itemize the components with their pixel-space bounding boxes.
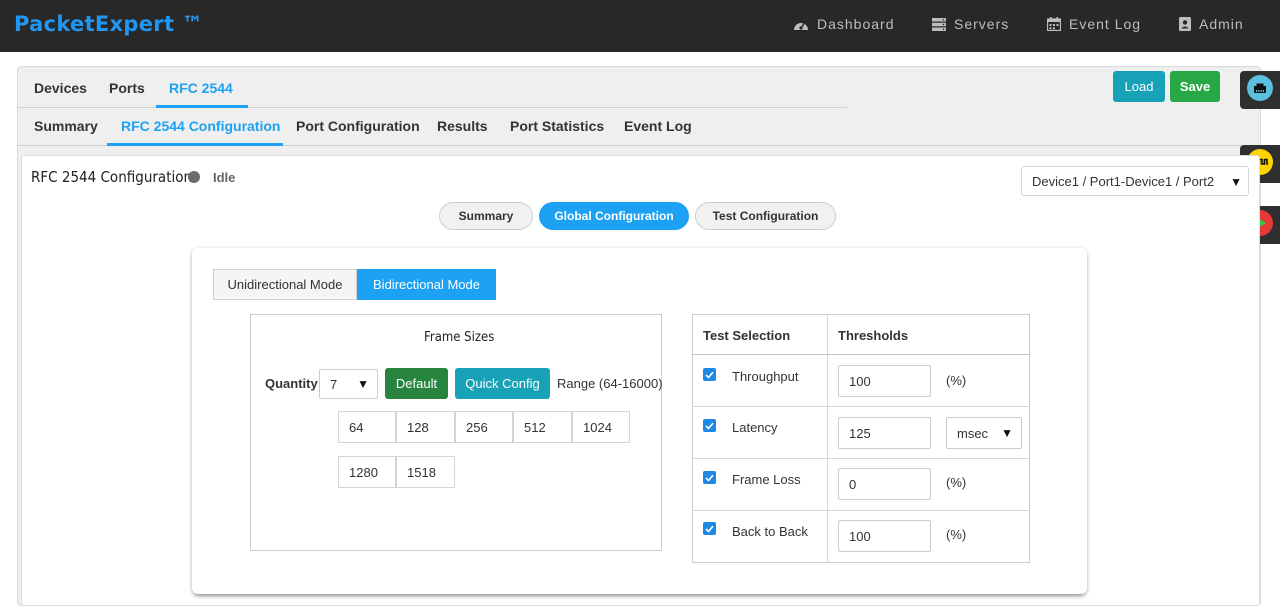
latency-threshold-input[interactable]: 125 bbox=[838, 417, 931, 449]
nav-admin-label: Admin bbox=[1199, 16, 1244, 32]
frame-loss-label: Frame Loss bbox=[732, 472, 801, 487]
active-subtab-indicator bbox=[107, 143, 283, 146]
checkmark-icon bbox=[705, 474, 714, 482]
subtab-port-statistics[interactable]: Port Statistics bbox=[510, 118, 604, 134]
table-divider bbox=[827, 314, 828, 563]
frame-size-input[interactable]: 1024 bbox=[572, 411, 630, 443]
quantity-value: 7 bbox=[330, 376, 338, 392]
pill-summary[interactable]: Summary bbox=[439, 202, 533, 230]
back-to-back-unit: (%) bbox=[946, 527, 967, 542]
nav-dashboard[interactable]: Dashboard bbox=[793, 16, 895, 32]
nav-event-log-label: Event Log bbox=[1069, 16, 1142, 32]
caret-down-icon: ▼ bbox=[1001, 426, 1013, 440]
table-row-divider bbox=[692, 510, 1030, 511]
bidirectional-mode-button[interactable]: Bidirectional Mode bbox=[357, 269, 496, 300]
latency-unit-select[interactable]: msec ▼ bbox=[946, 417, 1022, 449]
quantity-label: Quantity bbox=[265, 376, 318, 391]
back-to-back-label: Back to Back bbox=[732, 524, 808, 539]
subtab-port-configuration[interactable]: Port Configuration bbox=[296, 118, 420, 134]
save-button[interactable]: Save bbox=[1170, 71, 1220, 102]
tab-devices[interactable]: Devices bbox=[34, 80, 87, 96]
throughput-threshold-input[interactable]: 100 bbox=[838, 365, 931, 397]
nav-servers[interactable]: Servers bbox=[932, 16, 1009, 32]
caret-down-icon: ▼ bbox=[1230, 175, 1242, 189]
pill-global-configuration[interactable]: Global Configuration bbox=[539, 202, 689, 230]
default-button[interactable]: Default bbox=[385, 368, 448, 399]
table-row-divider bbox=[692, 458, 1030, 459]
back-to-back-threshold-input[interactable]: 100 bbox=[838, 520, 931, 552]
latency-checkbox[interactable] bbox=[703, 419, 716, 432]
pill-test-configuration[interactable]: Test Configuration bbox=[695, 202, 836, 230]
table-header-divider bbox=[692, 354, 1030, 355]
throughput-unit: (%) bbox=[946, 373, 967, 388]
frame-sizes-title: Frame Sizes bbox=[424, 330, 495, 345]
thresholds-header: Thresholds bbox=[838, 328, 909, 343]
checkmark-icon bbox=[705, 371, 714, 379]
device-port-select[interactable]: Device1 / Port1-Device1 / Port2 ▼ bbox=[1021, 166, 1249, 196]
test-selection-header: Test Selection bbox=[703, 328, 791, 343]
latency-label: Latency bbox=[732, 420, 778, 435]
ethernet-port-icon bbox=[1247, 74, 1273, 106]
dashboard-icon bbox=[793, 18, 809, 31]
back-to-back-checkbox[interactable] bbox=[703, 522, 716, 535]
frame-size-input[interactable]: 1518 bbox=[396, 456, 455, 488]
frame-loss-checkbox[interactable] bbox=[703, 471, 716, 484]
range-label: Range (64-16000) bbox=[557, 376, 663, 391]
frame-loss-unit: (%) bbox=[946, 475, 967, 490]
subtab-results[interactable]: Results bbox=[437, 118, 488, 134]
subtab-event-log[interactable]: Event Log bbox=[624, 118, 692, 134]
nav-admin[interactable]: Admin bbox=[1179, 16, 1244, 32]
status-text: Idle bbox=[213, 170, 236, 185]
page-title: RFC 2544 Configuration bbox=[31, 168, 193, 186]
nav-event-log[interactable]: Event Log bbox=[1047, 16, 1141, 32]
frame-size-input[interactable]: 256 bbox=[455, 411, 513, 443]
caret-down-icon: ▼ bbox=[357, 377, 369, 391]
sub-tabs: Summary RFC 2544 Configuration Port Conf… bbox=[17, 108, 1261, 146]
main-tabs: Devices Ports RFC 2544 bbox=[17, 70, 847, 108]
throughput-label: Throughput bbox=[732, 369, 799, 384]
unidirectional-mode-button[interactable]: Unidirectional Mode bbox=[213, 269, 357, 300]
top-navbar: PacketExpert ™ Dashboard Servers Event L… bbox=[0, 0, 1280, 52]
user-card-icon bbox=[1179, 17, 1191, 31]
frame-loss-threshold-input[interactable]: 0 bbox=[838, 468, 931, 500]
status-indicator bbox=[188, 171, 200, 183]
load-button[interactable]: Load bbox=[1113, 71, 1165, 102]
app-brand[interactable]: PacketExpert ™ bbox=[14, 12, 203, 36]
dock-port-button[interactable] bbox=[1240, 71, 1280, 109]
nav-servers-label: Servers bbox=[954, 16, 1010, 32]
servers-icon bbox=[932, 17, 946, 31]
tab-ports[interactable]: Ports bbox=[109, 80, 145, 96]
tab-rfc-2544[interactable]: RFC 2544 bbox=[169, 80, 233, 96]
frame-size-input[interactable]: 512 bbox=[513, 411, 572, 443]
frame-size-input[interactable]: 128 bbox=[396, 411, 455, 443]
frame-size-input[interactable]: 64 bbox=[338, 411, 396, 443]
nav-dashboard-label: Dashboard bbox=[817, 16, 895, 32]
quick-config-button[interactable]: Quick Config bbox=[455, 368, 550, 399]
checkmark-icon bbox=[705, 525, 714, 533]
table-row-divider bbox=[692, 406, 1030, 407]
frame-size-input[interactable]: 1280 bbox=[338, 456, 396, 488]
subtab-summary[interactable]: Summary bbox=[34, 118, 98, 134]
quantity-select[interactable]: 7 ▼ bbox=[319, 369, 378, 399]
throughput-checkbox[interactable] bbox=[703, 368, 716, 381]
device-port-select-value: Device1 / Port1-Device1 / Port2 bbox=[1032, 173, 1215, 189]
calendar-icon bbox=[1047, 17, 1061, 31]
latency-unit-value: msec bbox=[957, 425, 989, 441]
subtab-rfc-2544-configuration[interactable]: RFC 2544 Configuration bbox=[121, 118, 280, 134]
checkmark-icon bbox=[705, 422, 714, 430]
